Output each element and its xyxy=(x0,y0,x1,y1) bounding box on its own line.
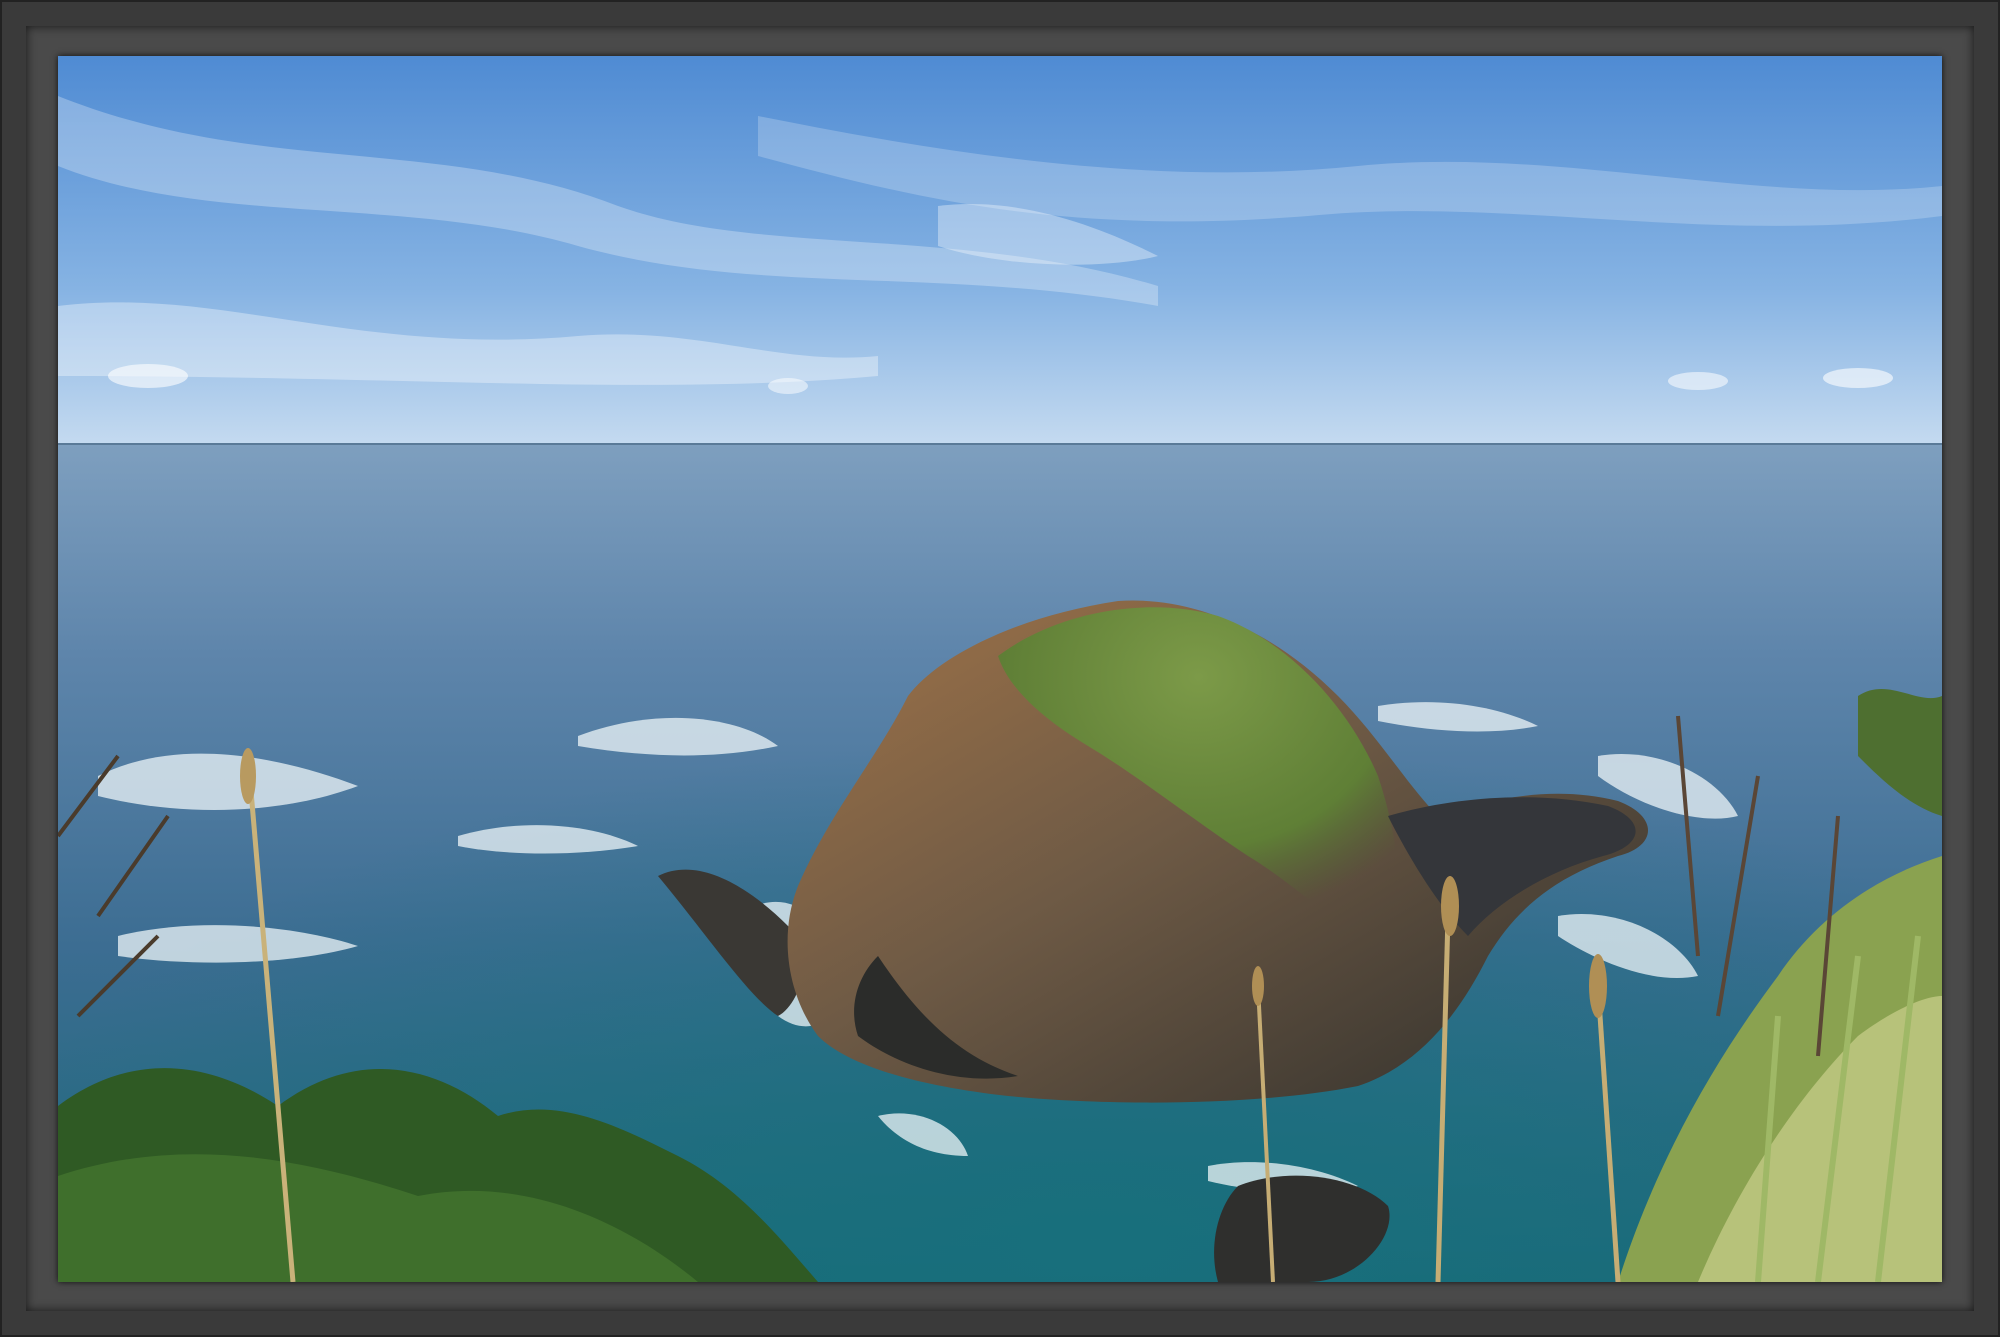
picture-frame xyxy=(0,0,2000,1337)
framed-photo xyxy=(58,56,1942,1282)
seascape-image xyxy=(58,56,1942,1282)
